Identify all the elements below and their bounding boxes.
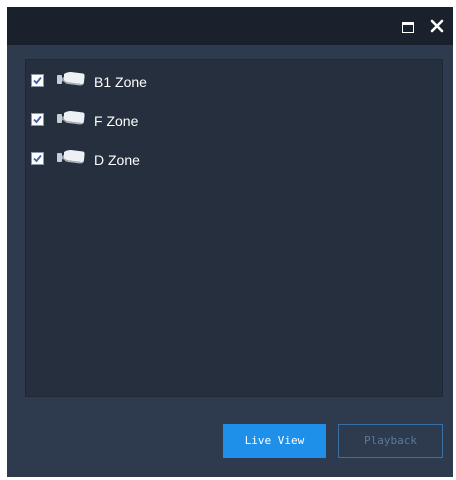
zone-selection-dialog: B1 Zone F Zone D Zone Live View Playback (7, 7, 453, 477)
close-button[interactable] (427, 16, 447, 36)
zone-label: D Zone (94, 152, 140, 168)
checkmark-icon (33, 115, 42, 124)
close-icon (430, 19, 444, 33)
checkmark-icon (33, 154, 42, 163)
checkmark-icon (33, 76, 42, 85)
title-bar (7, 7, 453, 45)
zone-checkbox[interactable] (31, 74, 44, 87)
zone-item-f[interactable]: F Zone (26, 106, 326, 145)
camera-icon (57, 150, 85, 164)
zone-checkbox[interactable] (31, 113, 44, 126)
maximize-icon (402, 22, 414, 33)
camera-icon (57, 72, 85, 86)
zone-item-b1[interactable]: B1 Zone (26, 67, 326, 106)
zone-label: B1 Zone (94, 74, 147, 90)
maximize-button[interactable] (398, 16, 418, 36)
zone-item-d[interactable]: D Zone (26, 145, 326, 184)
camera-icon (57, 111, 85, 125)
zone-list-panel: B1 Zone F Zone D Zone (25, 59, 443, 397)
playback-button[interactable]: Playback (338, 424, 443, 458)
zone-checkbox[interactable] (31, 152, 44, 165)
zone-list: B1 Zone F Zone D Zone (26, 67, 326, 184)
zone-label: F Zone (94, 113, 139, 129)
live-view-button[interactable]: Live View (223, 424, 326, 458)
